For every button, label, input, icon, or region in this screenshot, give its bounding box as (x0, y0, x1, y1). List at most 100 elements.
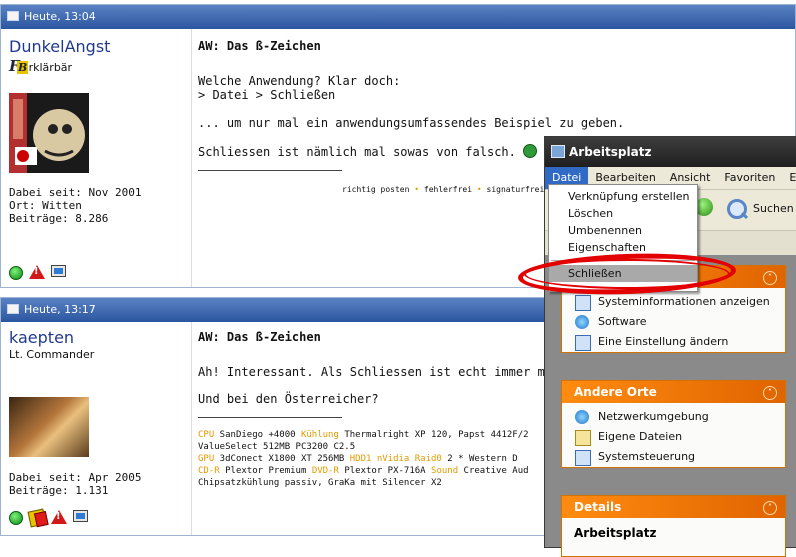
task-group-header[interactable]: Andere Orte ˄ (562, 381, 785, 403)
post-count: Beiträge: 8.286 (9, 212, 109, 225)
signature-flow: richtig posten • fehlerfrei • signaturfr… (342, 185, 578, 194)
user-rank: Lt. Commander (9, 348, 95, 361)
task-item[interactable]: Systemsteuerung (562, 447, 785, 467)
signature-divider (198, 417, 342, 418)
task-item[interactable]: Eine Einstellung ändern (562, 332, 785, 352)
post-line-text: Schliessen ist nämlich mal sowas von fal… (198, 145, 516, 159)
user-sidebar: kaepten Lt. Commander Dabei seit: Apr 20… (1, 322, 192, 535)
signature-value: Creative Aud (458, 466, 529, 476)
signature-line: CPU SanDiego +4000 Kühlung Thermalright … (198, 429, 529, 441)
details-title: Arbeitsplatz (574, 526, 657, 540)
task-item[interactable]: Software (562, 312, 785, 332)
post-title: AW: Das ß-Zeichen (198, 330, 321, 344)
collapse-icon[interactable]: ˄ (763, 271, 777, 285)
post-count: Beiträge: 1.131 (9, 484, 109, 497)
online-status-icon (9, 266, 23, 280)
flow-step: fehlerfrei (423, 185, 473, 194)
task-group-title: Andere Orte (574, 385, 657, 399)
task-label: Eine Einstellung ändern (598, 335, 729, 348)
signature-key: CD-R (198, 466, 220, 476)
post-line: Und bei den Österreicher? (198, 392, 379, 406)
online-status-icon (9, 511, 23, 525)
task-label: Netzwerkumgebung (598, 410, 709, 423)
post-time: Heute, 13:04 (24, 10, 96, 23)
post-line: Welche Anwendung? Klar doch: (198, 74, 401, 88)
post-line: ... um nur mal ein anwendungsumfassendes… (198, 116, 625, 130)
username-link[interactable]: DunkelAngst (9, 37, 110, 56)
collapse-icon[interactable]: ˄ (763, 386, 777, 400)
menu-item-delete[interactable]: Löschen (549, 205, 697, 222)
menu-item-create-shortcut[interactable]: Verknüpfung erstellen (549, 188, 697, 205)
signature-key: HDD1 nVidia Raid0 (349, 454, 442, 464)
menu-extras[interactable]: Extr (782, 167, 796, 189)
post-line: Ah! Interessant. Als Schliessen ist echt… (198, 365, 581, 379)
signature-divider (198, 170, 342, 171)
flow-step: signaturfrei (486, 185, 545, 194)
task-item[interactable]: Netzwerkumgebung (562, 407, 785, 427)
profile-pc-icon[interactable] (51, 265, 66, 277)
signature-value: Thermalright XP 120, Papst 4412F/2 (338, 430, 529, 440)
highlight-circle-inner (524, 259, 730, 289)
signature-line: Chipsatzkühlung passiv, GraKa mit Silenc… (198, 477, 529, 489)
documents-icon (575, 430, 591, 446)
network-icon (575, 410, 589, 424)
signature-value: Plextor Premium (219, 466, 312, 476)
collapse-icon[interactable]: ˄ (763, 501, 777, 515)
member-since: Dabei seit: Nov 2001 (9, 186, 142, 199)
menu-item-rename[interactable]: Umbenennen (549, 222, 697, 239)
user-rank: F B Erklärbär (9, 57, 72, 75)
smiley-icon (523, 144, 538, 158)
task-pane: ˄ Systeminformationen anzeigen Software … (545, 255, 796, 557)
task-group-details: Details ˄ Arbeitsplatz (561, 495, 786, 557)
control-panel-icon (575, 450, 591, 466)
avatar-image (9, 93, 85, 173)
avatar[interactable] (9, 397, 89, 457)
avatar[interactable] (9, 93, 89, 173)
task-label: Systemsteuerung (598, 450, 696, 463)
rank-badge-icon: FB (9, 57, 29, 75)
cards-icon (27, 508, 47, 528)
task-group-title: Details (574, 500, 622, 514)
signature-value: 2 * Western D (441, 454, 518, 464)
report-icon[interactable] (29, 265, 45, 279)
signature-line: CD-R Plextor Premium DVD-R Plextor PX-71… (198, 465, 529, 477)
software-icon (575, 315, 589, 329)
window-titlebar[interactable]: Arbeitsplatz (545, 137, 796, 167)
flow-step: richtig posten (342, 185, 410, 194)
user-sidebar: DunkelAngst F B Erklärbär Dabei seit: Nov … (1, 29, 192, 287)
username-link[interactable]: kaepten (9, 328, 74, 347)
signature: CPU SanDiego +4000 Kühlung Thermalright … (198, 429, 529, 489)
system-info-icon (575, 295, 591, 311)
post-line: Schliessen ist nämlich mal sowas von fal… (198, 144, 538, 159)
settings-icon (575, 335, 591, 351)
computer-icon (551, 145, 565, 158)
task-item[interactable]: Eigene Dateien (562, 427, 785, 447)
report-icon[interactable] (51, 510, 67, 524)
task-group-other-places: Andere Orte ˄ Netzwerkumgebung Eigene Dat… (561, 380, 786, 468)
signature-line: ValueSelect 512MB PC3200 C2.5 (198, 441, 529, 453)
signature-value: ValueSelect 512MB PC3200 C2.5 (198, 442, 356, 452)
signature-value: 3dConect X1800 XT 256MB (214, 454, 350, 464)
signature-key: Sound (431, 466, 459, 476)
post-icon (7, 304, 19, 314)
task-item[interactable]: Systeminformationen anzeigen (562, 292, 785, 312)
signature-key: GPU (198, 454, 215, 464)
post-time: Heute, 13:17 (24, 303, 96, 316)
window-title: Arbeitsplatz (569, 145, 652, 159)
post-icon (7, 11, 19, 21)
menu-favoriten[interactable]: Favoriten (717, 167, 782, 189)
signature-line: GPU 3dConect X1800 XT 256MB HDD1 nVidia … (198, 453, 529, 465)
task-label: Software (598, 315, 647, 328)
signature-key: CPU (198, 430, 215, 440)
rank-label: Erklärbär (21, 61, 73, 74)
profile-pc-icon[interactable] (73, 510, 88, 522)
signature-value: Plextor PX-716A (338, 466, 432, 476)
search-button[interactable]: Suchen (727, 198, 794, 220)
user-icons (9, 264, 66, 280)
signature-key: DVD-R (311, 466, 339, 476)
member-since: Dabei seit: Apr 2005 (9, 471, 142, 484)
location: Ort: Witten (9, 199, 82, 212)
user-icons (9, 508, 88, 528)
task-group-header[interactable]: Details ˄ (562, 496, 785, 518)
task-label: Systeminformationen anzeigen (598, 295, 770, 308)
